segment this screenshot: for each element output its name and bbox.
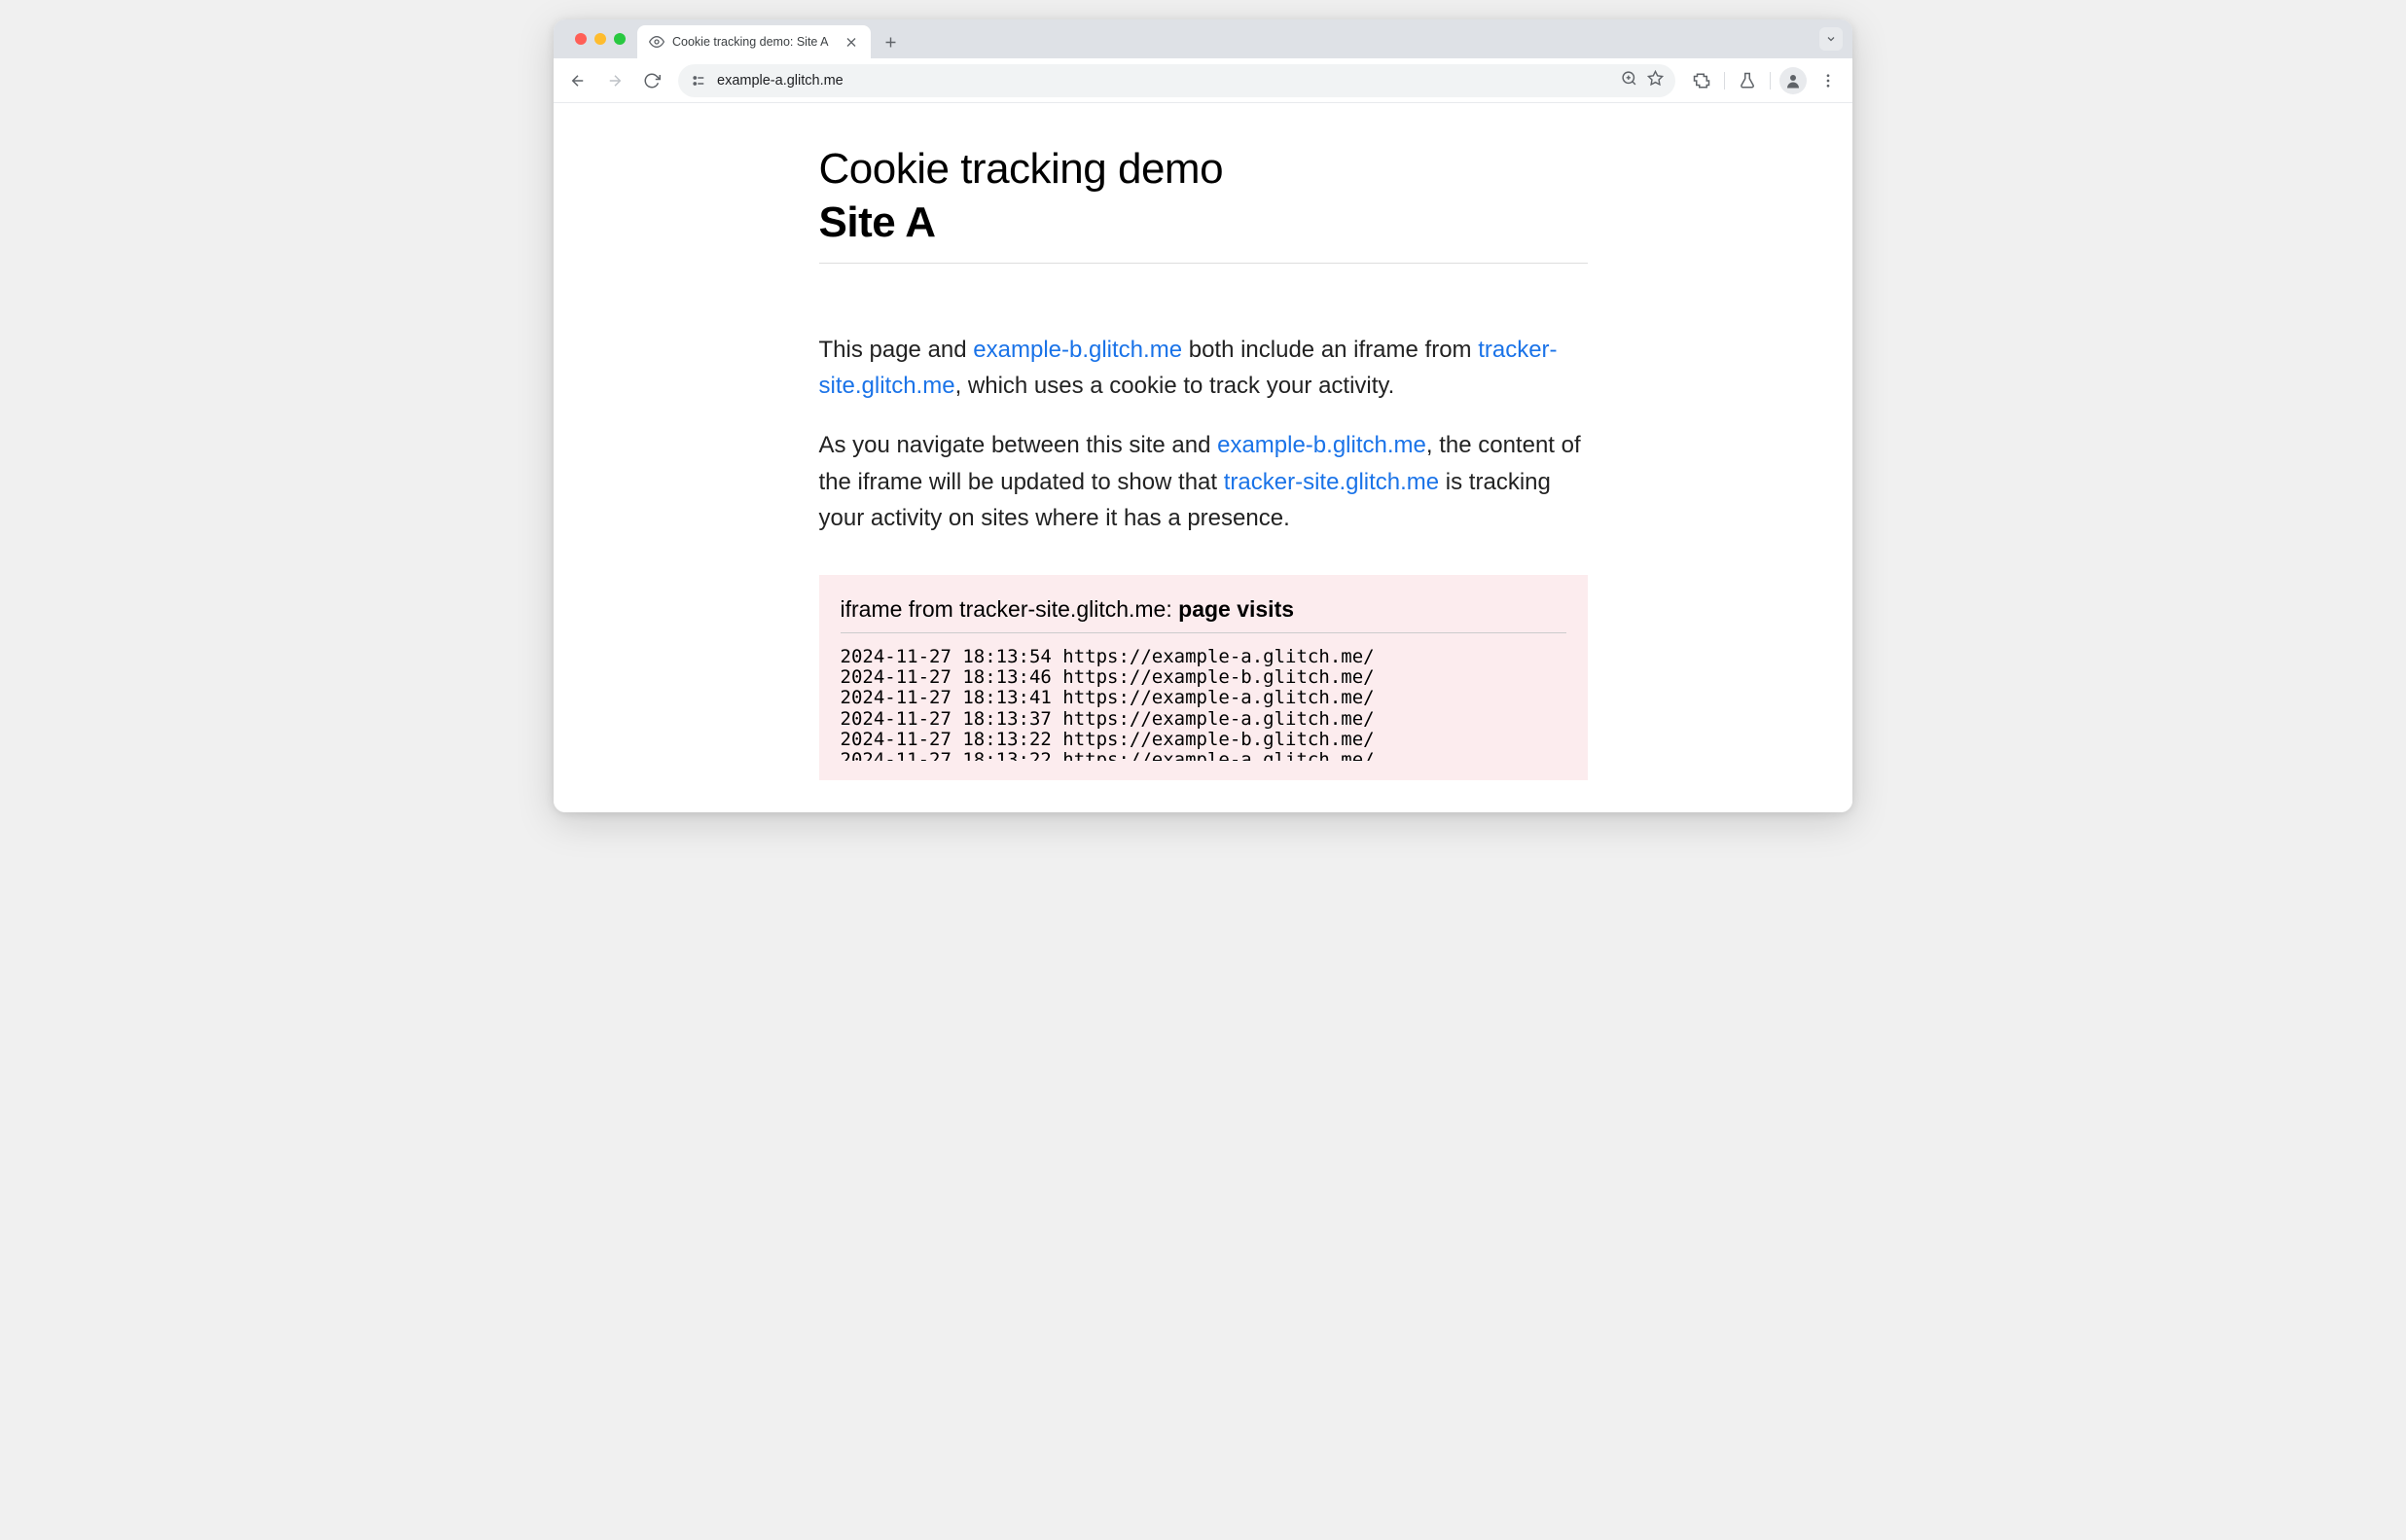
visit-row: 2024-11-27 18:13:46 https://example-b.gl… bbox=[841, 667, 1566, 688]
window-minimize-button[interactable] bbox=[594, 33, 606, 45]
visits-list: 2024-11-27 18:13:54 https://example-a.gl… bbox=[841, 647, 1566, 761]
divider bbox=[1724, 72, 1725, 90]
window-controls bbox=[563, 19, 637, 58]
tracker-iframe: iframe from tracker-site.glitch.me: page… bbox=[819, 575, 1588, 780]
text: iframe from tracker-site.glitch.me: bbox=[841, 596, 1179, 622]
reload-button[interactable] bbox=[635, 64, 668, 97]
text: As you navigate between this site and bbox=[819, 432, 1218, 458]
address-actions bbox=[1621, 70, 1664, 91]
profile-button[interactable] bbox=[1777, 64, 1810, 97]
bookmark-icon[interactable] bbox=[1647, 70, 1664, 91]
menu-button[interactable] bbox=[1812, 64, 1845, 97]
text: , which uses a cookie to track your acti… bbox=[955, 373, 1395, 399]
new-tab-button[interactable] bbox=[877, 28, 904, 55]
zoom-icon[interactable] bbox=[1621, 70, 1637, 91]
visit-row: 2024-11-27 18:13:22 https://example-a.gl… bbox=[841, 750, 1566, 761]
text: both include an iframe from bbox=[1182, 337, 1478, 363]
page-title-line1: Cookie tracking demo bbox=[819, 145, 1224, 193]
visit-row: 2024-11-27 18:13:37 https://example-a.gl… bbox=[841, 709, 1566, 730]
text: page visits bbox=[1178, 596, 1294, 622]
labs-button[interactable] bbox=[1731, 64, 1764, 97]
toolbar-right bbox=[1685, 64, 1845, 97]
tabs-dropdown-button[interactable] bbox=[1819, 27, 1843, 51]
eye-icon bbox=[649, 34, 664, 50]
text: This page and bbox=[819, 337, 974, 363]
page-title: Cookie tracking demo Site A bbox=[819, 142, 1588, 264]
link-tracker-site[interactable]: tracker-site.glitch.me bbox=[1224, 469, 1439, 495]
back-button[interactable] bbox=[561, 64, 594, 97]
intro-paragraph-1: This page and example-b.glitch.me both i… bbox=[819, 332, 1588, 404]
tab-strip: Cookie tracking demo: Site A bbox=[554, 19, 1852, 58]
visit-row: 2024-11-27 18:13:22 https://example-b.gl… bbox=[841, 730, 1566, 750]
site-info-icon[interactable] bbox=[690, 72, 707, 90]
visit-row: 2024-11-27 18:13:54 https://example-a.gl… bbox=[841, 647, 1566, 667]
link-example-b[interactable]: example-b.glitch.me bbox=[973, 337, 1182, 363]
iframe-heading: iframe from tracker-site.glitch.me: page… bbox=[841, 596, 1566, 633]
extensions-button[interactable] bbox=[1685, 64, 1718, 97]
tab-title: Cookie tracking demo: Site A bbox=[672, 35, 836, 49]
content-area: Cookie tracking demo Site A This page an… bbox=[554, 103, 1852, 812]
browser-window: Cookie tracking demo: Site A example-a.g… bbox=[554, 19, 1852, 812]
window-maximize-button[interactable] bbox=[614, 33, 626, 45]
forward-button[interactable] bbox=[598, 64, 631, 97]
link-example-b[interactable]: example-b.glitch.me bbox=[1217, 432, 1426, 458]
browser-tab[interactable]: Cookie tracking demo: Site A bbox=[637, 25, 871, 58]
close-tab-button[interactable] bbox=[844, 34, 859, 50]
divider bbox=[1770, 72, 1771, 90]
url-text: example-a.glitch.me bbox=[717, 73, 1611, 89]
intro-paragraph-2: As you navigate between this site and ex… bbox=[819, 427, 1588, 536]
visit-row: 2024-11-27 18:13:41 https://example-a.gl… bbox=[841, 688, 1566, 708]
page: Cookie tracking demo Site A This page an… bbox=[800, 103, 1607, 780]
address-bar[interactable]: example-a.glitch.me bbox=[678, 64, 1675, 97]
page-title-line2: Site A bbox=[819, 198, 936, 246]
toolbar: example-a.glitch.me bbox=[554, 58, 1852, 103]
window-close-button[interactable] bbox=[575, 33, 587, 45]
